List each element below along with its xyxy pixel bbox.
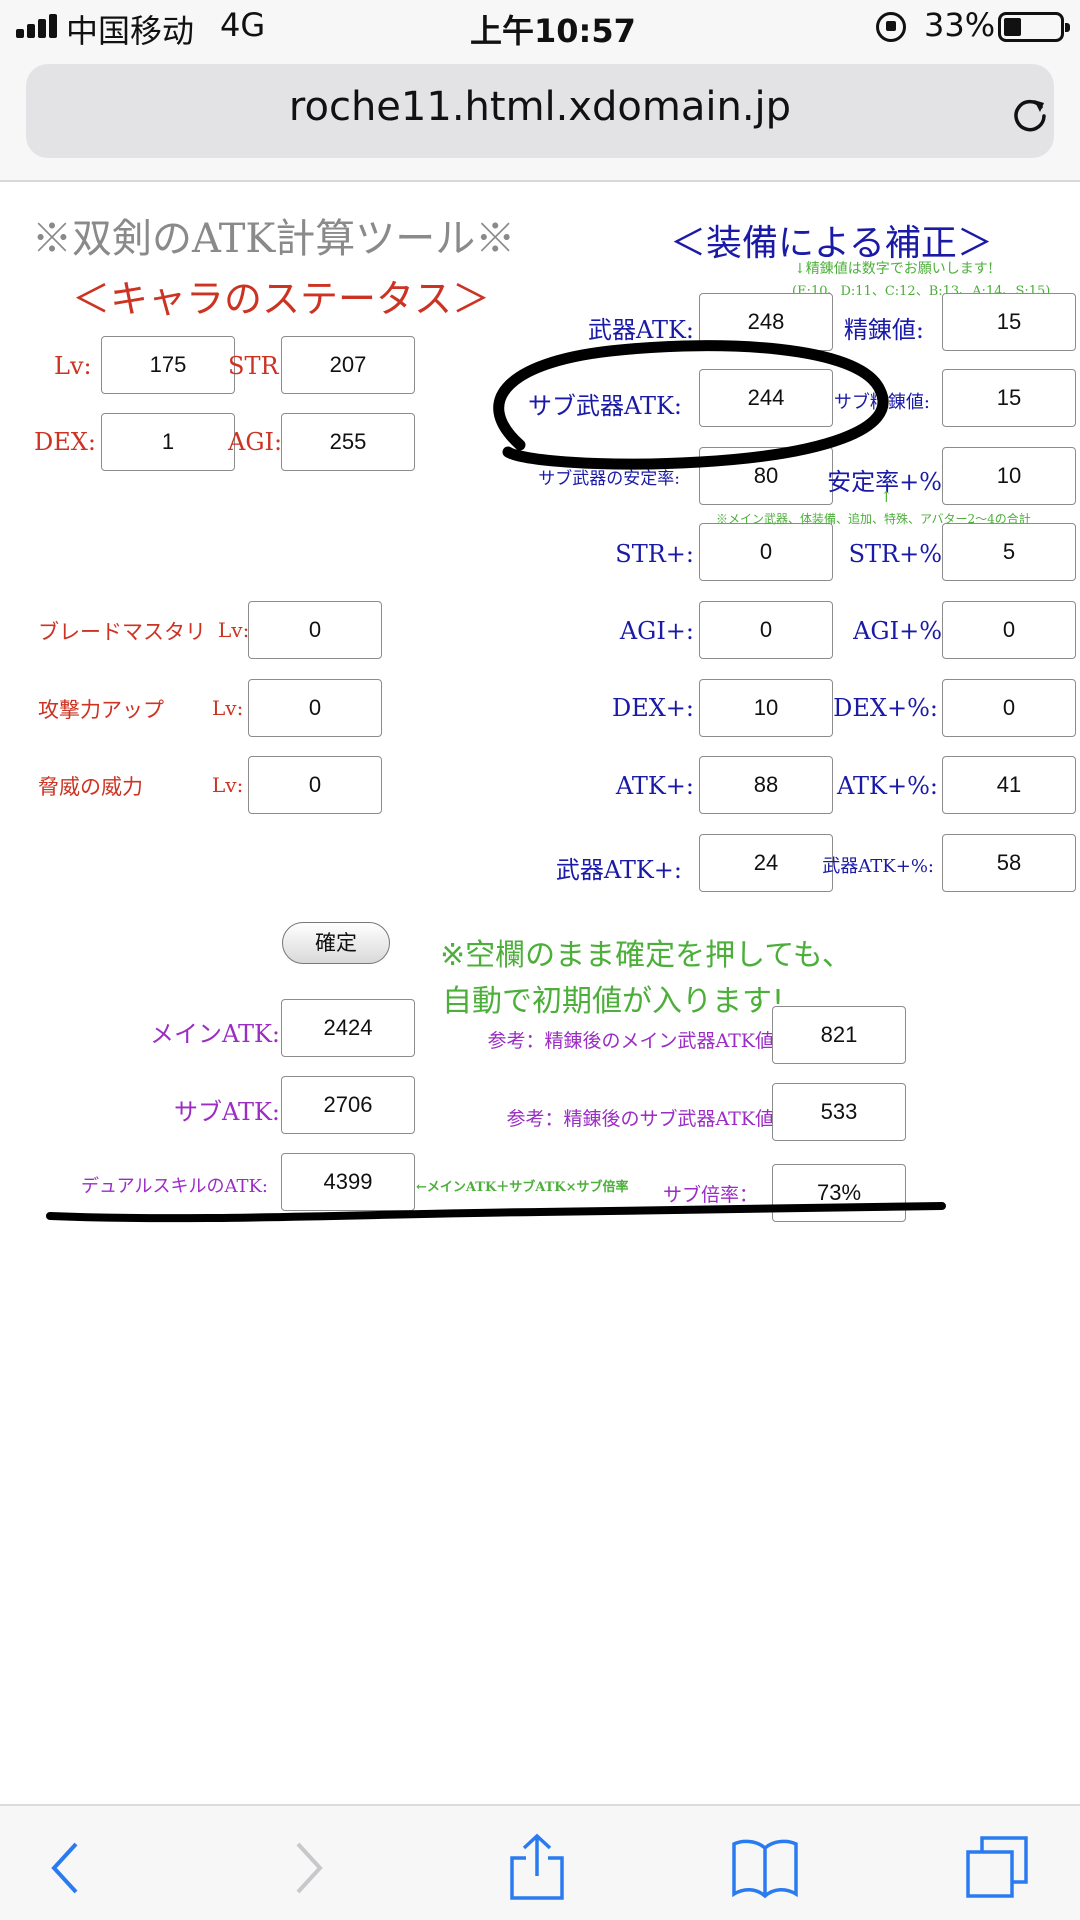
annotation-marks — [46, 340, 946, 1223]
forward-icon[interactable] — [272, 1832, 342, 1902]
annotation-underline — [46, 1202, 946, 1223]
back-icon[interactable] — [32, 1832, 102, 1902]
bookmarks-icon[interactable] — [730, 1832, 800, 1902]
tabs-icon[interactable] — [962, 1832, 1032, 1902]
browser-toolbar — [0, 1804, 1080, 1920]
share-icon[interactable] — [502, 1832, 572, 1902]
annotation-circle — [493, 340, 889, 470]
